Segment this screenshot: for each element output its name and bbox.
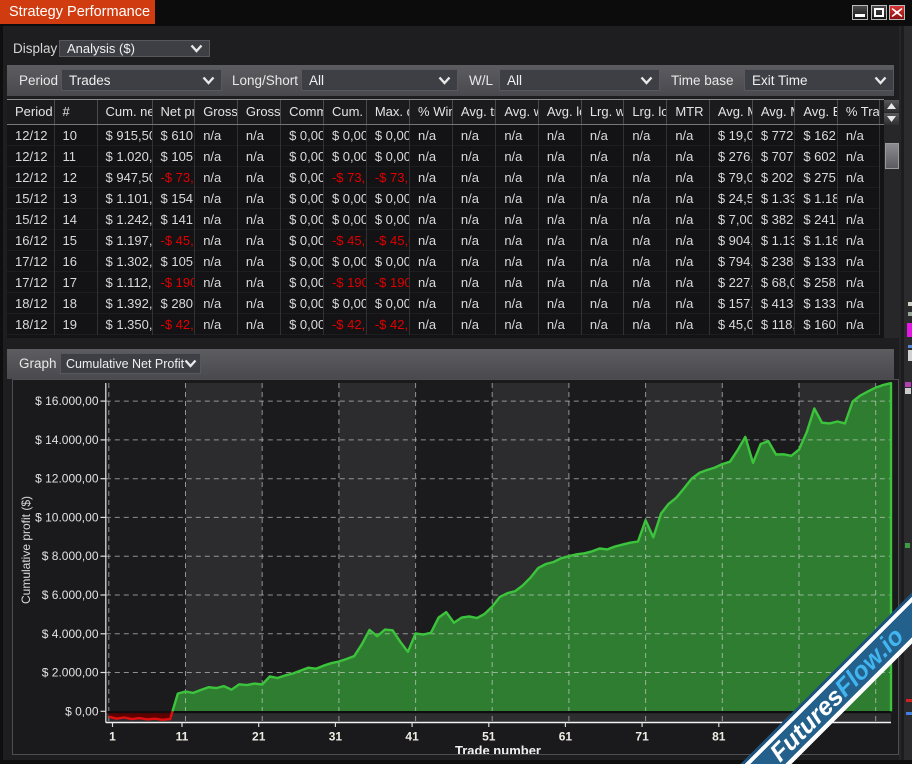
svg-text:$ 0,00: $ 0,00	[65, 704, 99, 718]
svg-text:$ 6.000,00: $ 6.000,00	[42, 588, 99, 602]
svg-text:$ 10.000,00: $ 10.000,00	[35, 510, 99, 524]
svg-text:$ 8.000,00: $ 8.000,00	[42, 549, 99, 563]
svg-text:$ 4.000,00: $ 4.000,00	[42, 627, 99, 641]
svg-text:51: 51	[482, 730, 496, 744]
svg-text:$ 16.000,00: $ 16.000,00	[35, 394, 99, 408]
svg-text:$ 12.000,00: $ 12.000,00	[35, 472, 99, 486]
svg-text:41: 41	[405, 730, 419, 744]
svg-text:$ 14.000,00: $ 14.000,00	[35, 433, 99, 447]
svg-text:21: 21	[252, 730, 266, 744]
svg-text:11: 11	[176, 730, 189, 744]
svg-text:Trade number: Trade number	[455, 743, 541, 754]
svg-text:Cumulative profit ($): Cumulative profit ($)	[19, 496, 33, 604]
svg-text:31: 31	[329, 730, 343, 744]
svg-text:$ 2.000,00: $ 2.000,00	[42, 666, 99, 680]
svg-text:61: 61	[559, 730, 573, 744]
svg-text:1: 1	[109, 730, 116, 744]
